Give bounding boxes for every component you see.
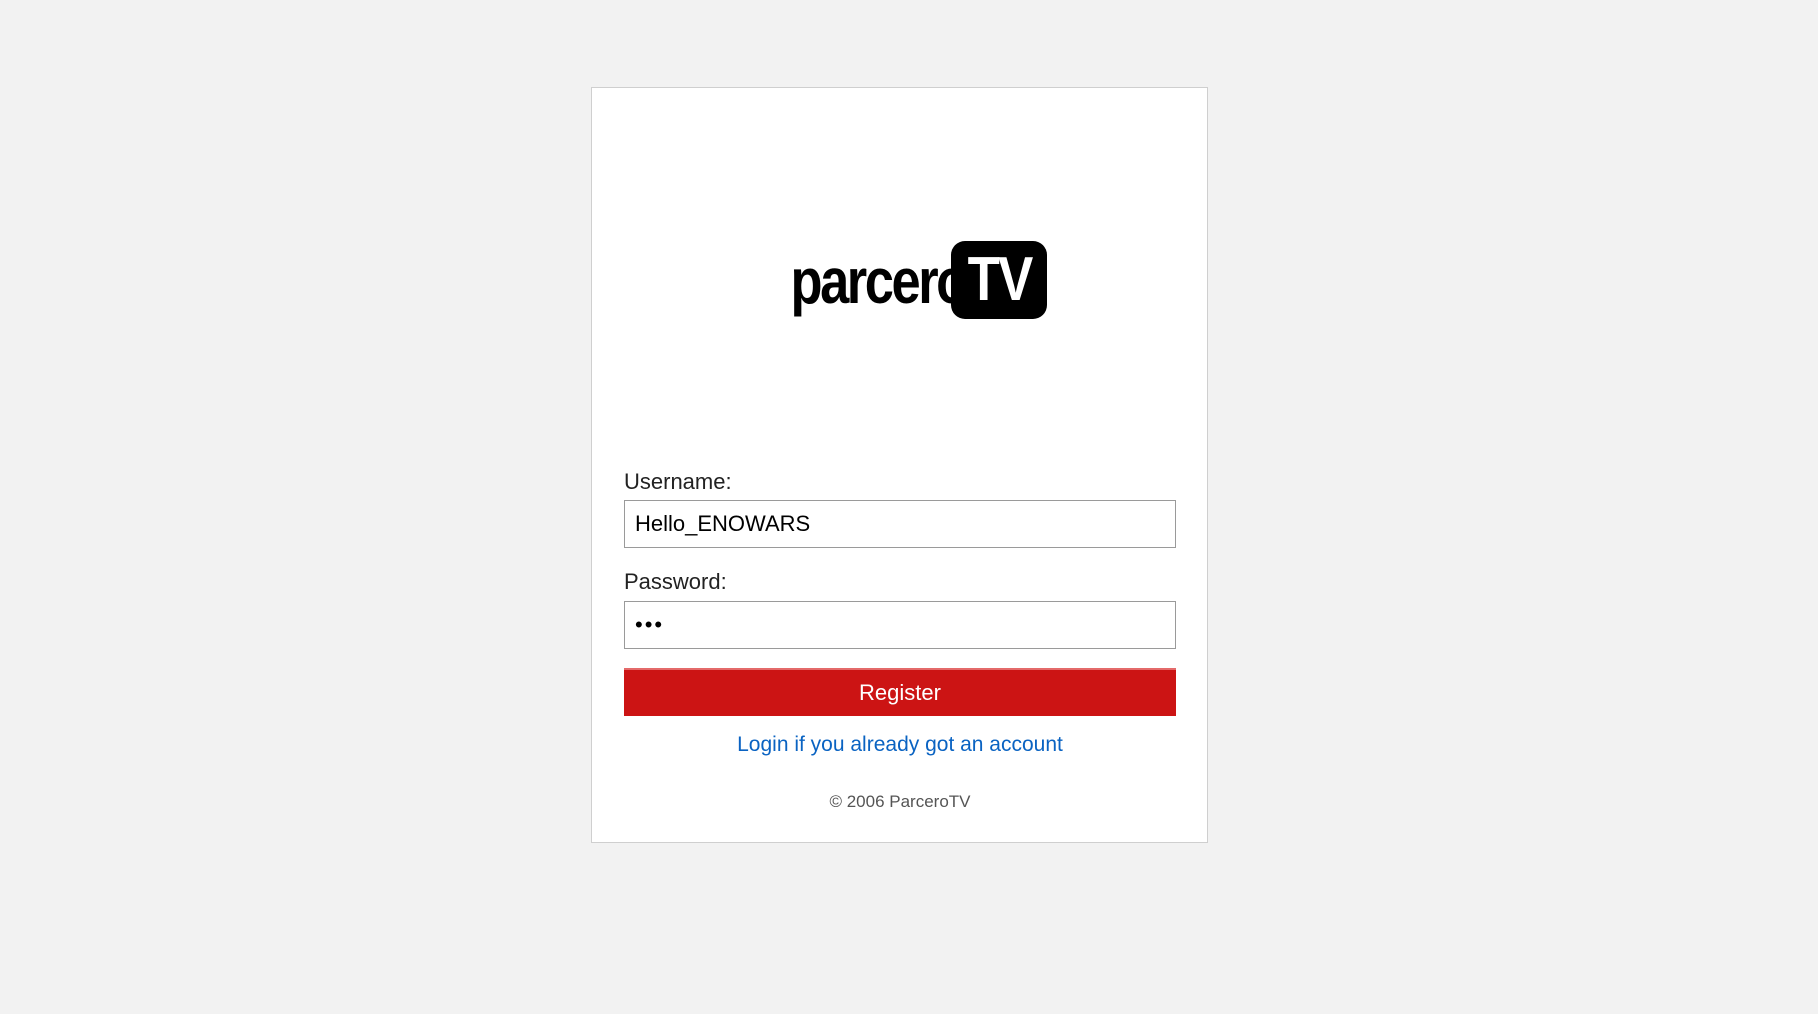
register-button[interactable]: Register	[624, 668, 1176, 716]
password-input[interactable]	[624, 601, 1176, 649]
username-label: Username:	[624, 469, 732, 494]
parcerotv-logo: parcero TV	[592, 238, 1207, 328]
username-input[interactable]	[624, 500, 1176, 548]
password-label: Password:	[624, 569, 727, 594]
logo-tv-badge: TV	[951, 241, 1048, 319]
register-card: parcero TV Username: Password: Register …	[591, 87, 1208, 843]
login-link[interactable]: Login if you already got an account	[624, 733, 1176, 757]
logo-wordmark: parcero	[790, 245, 968, 317]
copyright-footer: © 2006 ParceroTV	[829, 792, 971, 811]
logo-badge-text: TV	[967, 245, 1033, 314]
